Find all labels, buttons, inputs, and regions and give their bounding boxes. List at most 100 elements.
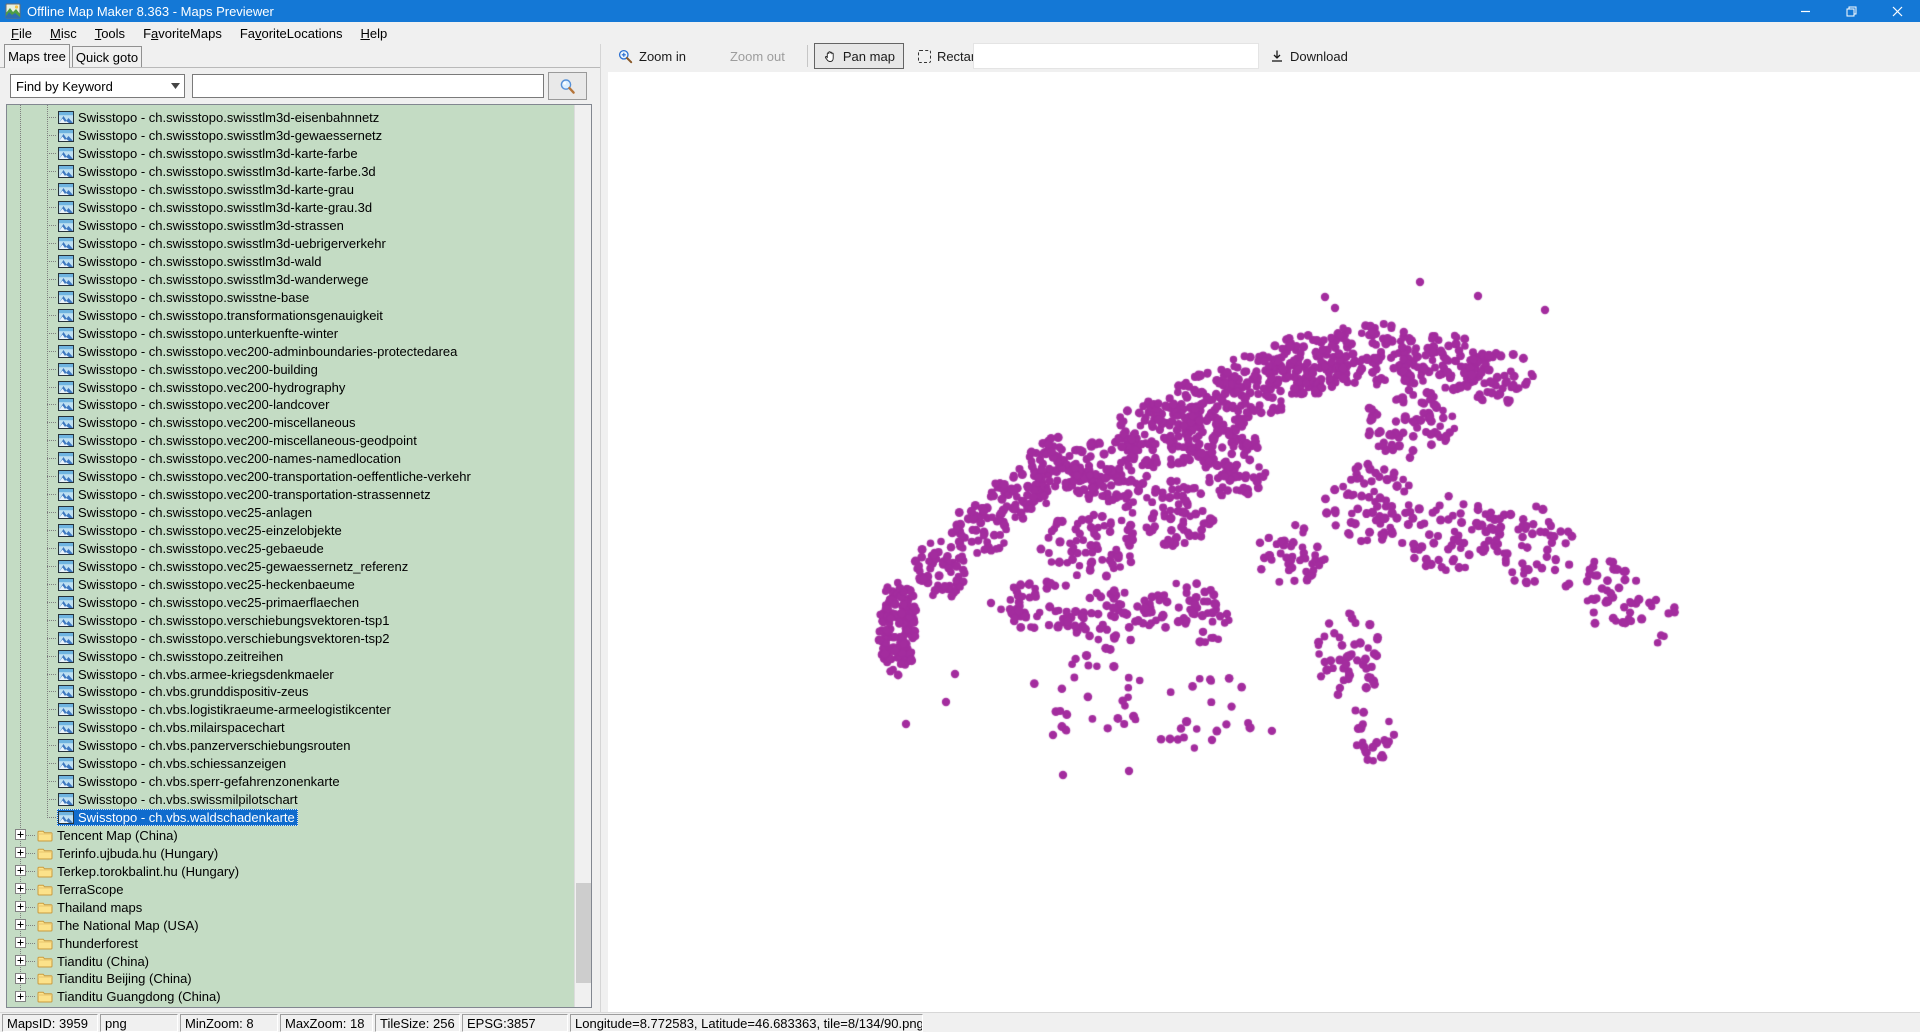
menu-item-favoritemaps[interactable]: FavoriteMaps bbox=[134, 22, 231, 44]
tree-item[interactable]: Swisstopo - ch.swisstopo.vec200-miscella… bbox=[57, 414, 358, 431]
close-button[interactable] bbox=[1874, 0, 1920, 22]
panel-splitter[interactable] bbox=[600, 44, 608, 1012]
tree-item[interactable]: Swisstopo - ch.vbs.milairspacechart bbox=[57, 719, 288, 736]
tree-row[interactable]: Swisstopo - ch.swisstopo.swisstlm3d-kart… bbox=[7, 163, 574, 181]
tree-row[interactable]: Swisstopo - ch.swisstopo.vec200-adminbou… bbox=[7, 342, 574, 360]
expand-button[interactable] bbox=[15, 883, 26, 894]
zoom-out-button[interactable]: Zoom out bbox=[722, 43, 793, 69]
tree-row[interactable]: Swisstopo - ch.swisstopo.vec25-primaerfl… bbox=[7, 593, 574, 611]
zoom-in-button[interactable]: Zoom in bbox=[610, 43, 694, 69]
tree-item[interactable]: Swisstopo - ch.swisstopo.vec200-hydrogra… bbox=[57, 379, 348, 396]
tree-item[interactable]: Swisstopo - ch.swisstopo.vec25-einzelobj… bbox=[57, 522, 345, 539]
tree-row[interactable]: Swisstopo - ch.vbs.armee-kriegsdenkmaele… bbox=[7, 665, 574, 683]
tree-row[interactable]: TerraScope bbox=[7, 880, 574, 898]
tree-row[interactable]: Swisstopo - ch.swisstopo.vec25-gebaeude bbox=[7, 540, 574, 558]
tree-row[interactable]: Swisstopo - ch.vbs.panzerverschiebungsro… bbox=[7, 737, 574, 755]
tab-maps-tree[interactable]: Maps tree bbox=[4, 44, 70, 68]
tree-row[interactable]: Swisstopo - ch.swisstopo.swisstlm3d-eise… bbox=[7, 109, 574, 127]
tree-item[interactable]: Swisstopo - ch.swisstopo.swisstlm3d-kart… bbox=[57, 145, 361, 162]
minimize-button[interactable] bbox=[1782, 0, 1828, 22]
expand-button[interactable] bbox=[15, 847, 26, 858]
expand-button[interactable] bbox=[15, 919, 26, 930]
tree-item[interactable]: Swisstopo - ch.vbs.panzerverschiebungsro… bbox=[57, 737, 353, 754]
tree-item[interactable]: Swisstopo - ch.swisstopo.vec25-primaerfl… bbox=[57, 594, 362, 611]
tree-row[interactable]: Swisstopo - ch.vbs.waldschadenkarte bbox=[7, 809, 574, 827]
tree-row[interactable]: Swisstopo - ch.swisstopo.swisstlm3d-uebr… bbox=[7, 235, 574, 253]
tree-item[interactable]: Swisstopo - ch.swisstopo.vec25-gewaesser… bbox=[57, 558, 411, 575]
tree-row[interactable]: Swisstopo - ch.swisstopo.vec25-heckenbae… bbox=[7, 575, 574, 593]
tree-item[interactable]: Swisstopo - ch.swisstopo.swisstlm3d-kart… bbox=[57, 199, 375, 216]
tree-row[interactable]: Tianditu Guangdong (China) bbox=[7, 988, 574, 1006]
tree-item[interactable]: Swisstopo - ch.swisstopo.swisstlm3d-gewa… bbox=[57, 127, 385, 144]
tree-item[interactable]: Swisstopo - ch.swisstopo.swisstlm3d-wand… bbox=[57, 271, 371, 288]
tree-item[interactable]: Tianditu Beijing (China) bbox=[36, 970, 195, 987]
tree-item[interactable]: Swisstopo - ch.swisstopo.zeitreihen bbox=[57, 648, 286, 665]
tree-item[interactable]: Swisstopo - ch.vbs.sperr-gefahrenzonenka… bbox=[57, 773, 343, 790]
tree-row[interactable]: Swisstopo - ch.swisstopo.swisstne-base bbox=[7, 288, 574, 306]
tree-row[interactable]: The National Map (USA) bbox=[7, 916, 574, 934]
restore-button[interactable] bbox=[1828, 0, 1874, 22]
tree-item[interactable]: Swisstopo - ch.swisstopo.vec25-gebaeude bbox=[57, 540, 327, 557]
tree-item[interactable]: Swisstopo - ch.swisstopo.vec25-anlagen bbox=[57, 504, 315, 521]
menu-item-file[interactable]: File bbox=[2, 22, 41, 44]
tree-item[interactable]: Swisstopo - ch.swisstopo.swisstlm3d-kart… bbox=[57, 181, 357, 198]
tree-row[interactable]: Swisstopo - ch.swisstopo.verschiebungsve… bbox=[7, 629, 574, 647]
expand-button[interactable] bbox=[15, 937, 26, 948]
tree-item[interactable]: Swisstopo - ch.vbs.waldschadenkarte bbox=[57, 809, 298, 826]
tree-row[interactable]: Thunderforest bbox=[7, 934, 574, 952]
tree-item[interactable]: Swisstopo - ch.swisstopo.vec200-transpor… bbox=[57, 486, 434, 503]
tree-row[interactable]: Swisstopo - ch.swisstopo.swisstlm3d-kart… bbox=[7, 181, 574, 199]
tree-scrollbar-thumb[interactable] bbox=[576, 883, 591, 983]
tree-row[interactable]: Swisstopo - ch.vbs.schiessanzeigen bbox=[7, 755, 574, 773]
expand-button[interactable] bbox=[15, 991, 26, 1002]
tree-item[interactable]: Swisstopo - ch.swisstopo.transformations… bbox=[57, 307, 386, 324]
tree-item[interactable]: Swisstopo - ch.swisstopo.swisstlm3d-stra… bbox=[57, 217, 347, 234]
tree-item[interactable]: Swisstopo - ch.swisstopo.swisstne-base bbox=[57, 289, 312, 306]
tree-item[interactable]: Swisstopo - ch.swisstopo.swisstlm3d-uebr… bbox=[57, 235, 389, 252]
tree-row[interactable]: Swisstopo - ch.vbs.logistikraeume-armeel… bbox=[7, 701, 574, 719]
tree-item[interactable]: Swisstopo - ch.swisstopo.vec200-names-na… bbox=[57, 450, 404, 467]
tree-item[interactable]: Swisstopo - ch.vbs.schiessanzeigen bbox=[57, 755, 289, 772]
toolbar-blank-field[interactable] bbox=[973, 43, 1259, 69]
tree-item[interactable]: Swisstopo - ch.swisstopo.vec200-miscella… bbox=[57, 432, 420, 449]
pan-map-button[interactable]: Pan map bbox=[814, 43, 904, 69]
tree-item[interactable]: Terinfo.ujbuda.hu (Hungary) bbox=[36, 845, 221, 862]
download-button[interactable]: Download bbox=[1262, 43, 1356, 69]
tree-row[interactable]: Swisstopo - ch.swisstopo.swisstlm3d-gewa… bbox=[7, 127, 574, 145]
tree-item[interactable]: Swisstopo - ch.vbs.armee-kriegsdenkmaele… bbox=[57, 666, 337, 683]
tree-row[interactable]: Swisstopo - ch.vbs.grunddispositiv-zeus bbox=[7, 683, 574, 701]
map-viewport[interactable] bbox=[608, 72, 1920, 1012]
tree-item[interactable]: Terkep.torokbalint.hu (Hungary) bbox=[36, 863, 242, 880]
tree-row[interactable]: Swisstopo - ch.swisstopo.vec25-anlagen bbox=[7, 504, 574, 522]
tree-row[interactable]: Tianditu Beijing (China) bbox=[7, 970, 574, 988]
tree-item[interactable]: Swisstopo - ch.swisstopo.swisstlm3d-kart… bbox=[57, 163, 379, 180]
tree-row[interactable]: Swisstopo - ch.swisstopo.vec200-landcove… bbox=[7, 396, 574, 414]
tree-row[interactable]: Swisstopo - ch.swisstopo.swisstlm3d-stra… bbox=[7, 217, 574, 235]
tree-row[interactable]: Swisstopo - ch.swisstopo.swisstlm3d-wand… bbox=[7, 270, 574, 288]
search-button[interactable] bbox=[548, 72, 587, 100]
tree-item[interactable]: Swisstopo - ch.swisstopo.vec25-heckenbae… bbox=[57, 576, 358, 593]
tree-row[interactable]: Swisstopo - ch.swisstopo.swisstlm3d-wald bbox=[7, 253, 574, 271]
tree-item[interactable]: Swisstopo - ch.swisstopo.vec200-adminbou… bbox=[57, 343, 460, 360]
expand-button[interactable] bbox=[15, 865, 26, 876]
tree-row[interactable]: Swisstopo - ch.swisstopo.vec200-miscella… bbox=[7, 432, 574, 450]
tree-item[interactable]: TerraScope bbox=[36, 881, 126, 898]
menu-item-misc[interactable]: Misc bbox=[41, 22, 86, 44]
tree-row[interactable]: Swisstopo - ch.swisstopo.vec200-miscella… bbox=[7, 414, 574, 432]
tree-row[interactable]: Swisstopo - ch.swisstopo.vec200-transpor… bbox=[7, 468, 574, 486]
expand-button[interactable] bbox=[15, 955, 26, 966]
tree-item[interactable]: Swisstopo - ch.vbs.logistikraeume-armeel… bbox=[57, 701, 394, 718]
tree-row[interactable]: Swisstopo - ch.swisstopo.unterkuenfte-wi… bbox=[7, 324, 574, 342]
tree-item[interactable]: Swisstopo - ch.swisstopo.vec200-building bbox=[57, 361, 321, 378]
menu-item-tools[interactable]: Tools bbox=[86, 22, 134, 44]
tree-vertical-scrollbar[interactable] bbox=[574, 105, 591, 1007]
tree-row[interactable]: Tencent Map (China) bbox=[7, 827, 574, 845]
tree-row[interactable]: Swisstopo - ch.swisstopo.transformations… bbox=[7, 306, 574, 324]
tree-row[interactable]: Swisstopo - ch.swisstopo.vec25-gewaesser… bbox=[7, 557, 574, 575]
menu-item-favoritelocations[interactable]: FavoriteLocations bbox=[231, 22, 352, 44]
tree-row[interactable]: Swisstopo - ch.vbs.milairspacechart bbox=[7, 719, 574, 737]
tree-item[interactable]: Thunderforest bbox=[36, 935, 141, 952]
menu-item-help[interactable]: Help bbox=[351, 22, 396, 44]
tree-item[interactable]: Tianditu (China) bbox=[36, 953, 152, 970]
tree-row[interactable]: Swisstopo - ch.vbs.sperr-gefahrenzonenka… bbox=[7, 773, 574, 791]
